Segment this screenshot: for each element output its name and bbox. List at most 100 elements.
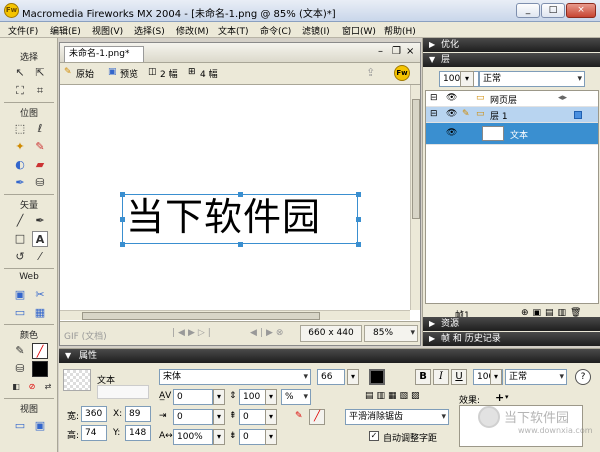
vertical-scroll-thumb[interactable] [412,99,420,219]
blur-tool-icon[interactable]: ◐ [12,157,28,173]
add-effect-dropdown-icon[interactable]: ▾ [505,393,509,401]
layer-row-web[interactable]: ⊟ 👁 ▭ 网页层 ◂▸ [426,91,598,107]
underline-button[interactable]: U [451,369,467,385]
brush-tool-icon[interactable]: ✎ [32,139,48,155]
menu-file[interactable]: 文件(F) [8,24,38,37]
auto-kern-checkbox[interactable]: ✓ [369,431,379,441]
pen-tool-icon[interactable]: ✒ [32,213,48,229]
menu-modify[interactable]: 修改(M) [176,24,209,37]
preview-view-tab[interactable]: 预览 [120,67,138,80]
doc-minimize-icon[interactable]: – [378,46,383,57]
expand-icon[interactable]: ⊟ [430,109,438,119]
show-slices-icon[interactable]: ▦ [32,305,48,321]
menu-text[interactable]: 文本(T) [218,24,249,37]
knife-tool-icon[interactable]: ⁄ [32,249,48,265]
edit-pencil-icon[interactable]: ✎ [462,109,470,119]
anti-alias-select[interactable]: 平滑消除锯齿 [345,409,449,425]
panel-assets-header[interactable]: ▶ 资源 [423,317,600,331]
font-family-select[interactable]: 宋体 [159,369,311,385]
rectangle-tool-icon[interactable]: □ [12,231,28,247]
selection-handle-l[interactable] [120,217,125,222]
selection-handle-b[interactable] [238,242,243,247]
eye-icon[interactable]: 👁 [446,93,457,103]
standard-screen-icon[interactable]: ▭ [12,418,28,434]
menu-window[interactable]: 窗口(W) [342,24,376,37]
line-tool-icon[interactable]: ╱ [12,213,28,229]
y-field[interactable]: 148 [125,425,151,441]
object-blend-mode[interactable]: 正常 [505,369,567,385]
object-row-text[interactable]: 👁 文本 [426,123,598,145]
layer-blend-mode[interactable]: 正常 [479,71,585,87]
pointer-tool-icon[interactable]: ↖ [12,65,28,81]
object-name-field[interactable] [97,385,149,399]
four-up-view-tab[interactable]: 4 幅 [200,67,218,80]
horizontal-scale-dropdown[interactable]: ▾ [213,429,225,445]
horizontal-scrollbar[interactable] [60,310,410,320]
horizontal-scroll-thumb[interactable] [82,312,320,320]
frame-nav-icon[interactable]: ◀|▶⊗ [250,328,286,338]
marquee-tool-icon[interactable]: ⬚ [12,121,28,137]
menu-commands[interactable]: 命令(C) [260,24,291,37]
eye-icon[interactable]: 👁 [446,128,457,138]
close-button[interactable]: × [566,3,596,18]
properties-header[interactable]: ▼ 属性 [59,349,600,363]
height-field[interactable]: 74 [81,425,107,441]
status-canvas-size[interactable]: 660 x 440 [300,325,362,342]
doc-restore-icon[interactable]: ❐ [392,46,401,57]
horizontal-scale-field[interactable]: 100% [173,429,213,445]
selection-handle-br[interactable] [356,242,361,247]
original-view-tab[interactable]: 原始 [76,67,94,80]
panel-optimize-header[interactable]: ▶ 优化 [423,38,600,52]
fill-color-icon[interactable]: ⛁ [12,361,28,377]
leading-dropdown[interactable]: ▾ [265,389,277,405]
frame-playback-controls-icon[interactable]: |◀▶▷| [172,328,214,338]
vertical-scrollbar[interactable] [410,85,420,310]
crop-tool-icon[interactable]: ⌗ [32,83,48,99]
scale-tool-icon[interactable]: ⛶ [12,83,28,99]
x-field[interactable]: 89 [125,406,151,422]
italic-button[interactable]: I [433,369,449,385]
maximize-button[interactable]: □ [541,3,565,18]
hotspot-tool-icon[interactable]: ▣ [12,287,28,303]
eraser-tool-icon[interactable]: ▰ [32,157,48,173]
menu-help[interactable]: 帮助(H) [384,24,416,37]
two-up-view-tab[interactable]: 2 幅 [160,67,178,80]
text-stroke-swatch[interactable]: ╱ [309,409,325,425]
space-after-dropdown[interactable]: ▾ [265,429,277,445]
add-effect-icon[interactable]: + [495,391,504,404]
layer-row-layer1[interactable]: ⊟ 👁 ✎ ▭ 层 1 [426,107,598,123]
leading-unit-select[interactable]: % [281,389,311,405]
menu-select[interactable]: 选择(S) [134,24,165,37]
layer-opacity-dropdown[interactable]: ▾ [460,71,474,87]
panel-layers-header[interactable]: ▼ 层 [423,53,600,67]
eyedropper-tool-icon[interactable]: ✒ [12,175,28,191]
stroke-color-icon[interactable]: ✎ [12,343,28,359]
expand-icon[interactable]: ⊟ [430,93,438,103]
menu-view[interactable]: 视图(V) [92,24,123,37]
selection-handle-bl[interactable] [120,242,125,247]
indent-field[interactable]: 0 [173,409,213,425]
eye-icon[interactable]: 👁 [446,109,457,119]
share-layer-icon[interactable]: ◂▸ [558,93,567,103]
default-colors-icon[interactable]: ◧ [8,379,24,395]
selection-handle-r[interactable] [356,217,361,222]
bold-button[interactable]: B [415,369,431,385]
object-opacity-dropdown[interactable]: ▾ [490,369,502,385]
lasso-tool-icon[interactable]: ℓ [32,121,48,137]
document-tab[interactable]: 未命名-1.png* [64,46,144,62]
selection-handle-tr[interactable] [356,192,361,197]
swap-colors-icon[interactable]: ⇄ [40,379,56,395]
magic-wand-tool-icon[interactable]: ✦ [12,139,28,155]
doc-close-icon[interactable]: × [406,46,414,57]
indent-dropdown[interactable]: ▾ [213,409,225,425]
subselect-tool-icon[interactable]: ⇱ [32,65,48,81]
no-color-icon[interactable]: ⊘ [24,379,40,395]
selection-handle-t[interactable] [238,192,243,197]
fill-swatch[interactable] [32,361,48,377]
freeform-tool-icon[interactable]: ↺ [12,249,28,265]
quick-export-icon[interactable]: Fw [394,65,410,81]
text-tool-icon[interactable]: A [32,231,48,247]
full-screen-icon[interactable]: ▣ [32,418,48,434]
minimize-button[interactable]: _ [516,3,540,18]
canvas[interactable]: 当下软件园 [60,85,410,310]
